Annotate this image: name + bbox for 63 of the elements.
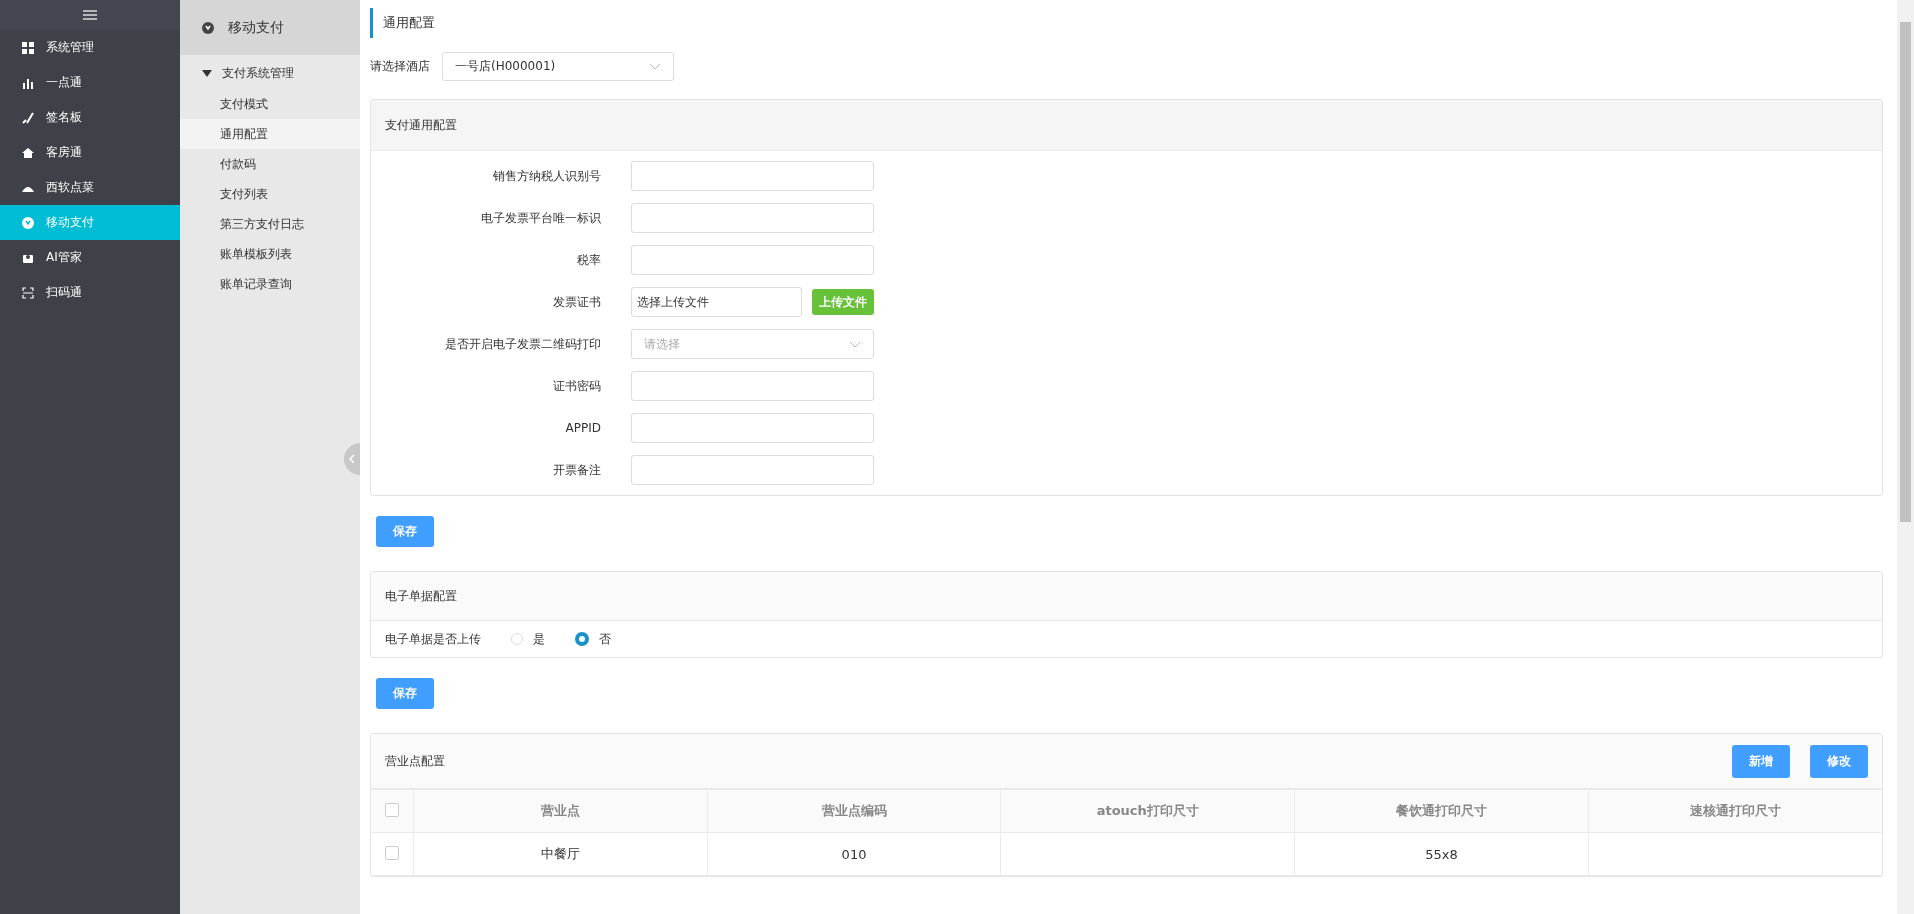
hotel-select[interactable]: 一号店(H000001): [442, 52, 674, 81]
collapse-handle[interactable]: [344, 443, 360, 475]
table-cell: 55x8: [1425, 846, 1458, 862]
sidebar-item[interactable]: 签名板: [0, 100, 180, 135]
payment-icon: [202, 21, 214, 34]
table-cell: 010: [841, 846, 867, 862]
panel-title: 营业点配置: [385, 752, 445, 770]
column-header: 营业点编码: [707, 789, 1001, 833]
menu-icon[interactable]: [83, 10, 97, 20]
panel-title: 电子单据配置: [385, 587, 457, 605]
menu-item-icon: [22, 216, 34, 229]
sidebar-item[interactable]: 扫码通: [0, 275, 180, 310]
input-field[interactable]: [631, 245, 874, 275]
checkbox[interactable]: [385, 845, 399, 860]
sidebar-item[interactable]: 系统管理: [0, 30, 180, 65]
submenu-item[interactable]: 账单记录查询: [180, 269, 360, 299]
sidebar-item[interactable]: AI管家: [0, 240, 180, 275]
input-field[interactable]: [631, 203, 874, 233]
field-label: 销售方纳税人识别号: [492, 167, 602, 185]
column-header: 速核通打印尺寸: [1588, 789, 1882, 833]
page-title: 通用配置: [370, 8, 1887, 38]
input-field[interactable]: [631, 455, 874, 485]
field-label: 发票证书: [552, 293, 602, 311]
column-header: 营业点: [413, 789, 708, 833]
sidebar-item[interactable]: 西软点菜: [0, 170, 180, 205]
field-label: 电子单据是否上传: [385, 630, 481, 648]
scrollbar[interactable]: [1897, 0, 1914, 914]
panel-title: 支付通用配置: [385, 116, 457, 134]
checkbox[interactable]: [385, 802, 399, 817]
radio-option[interactable]: 否: [575, 630, 611, 648]
menu-item-icon: [22, 146, 34, 159]
column-header: atouch打印尺寸: [1000, 789, 1295, 833]
submenu-item[interactable]: 付款码: [180, 149, 360, 179]
field-label: 税率: [576, 251, 602, 269]
submenu-group[interactable]: 支付系统管理: [180, 57, 360, 89]
file-field[interactable]: 选择上传文件: [631, 287, 802, 317]
submenu-item[interactable]: 支付模式: [180, 89, 360, 119]
menu-item-icon: [22, 286, 34, 299]
field-label: APPID: [564, 421, 602, 435]
input-field[interactable]: [631, 161, 874, 191]
input-field[interactable]: [631, 413, 874, 443]
submenu-item[interactable]: 账单模板列表: [180, 239, 360, 269]
menu-item-icon: [22, 41, 34, 54]
field-label: 开票备注: [552, 461, 602, 479]
field-label: 请选择酒店: [370, 58, 430, 75]
menu-item-icon: [22, 111, 34, 124]
column-header: 餐饮通打印尺寸: [1294, 789, 1589, 833]
sidebar-item[interactable]: 一点通: [0, 65, 180, 100]
submenu-title: 移动支付: [228, 18, 284, 37]
menu-item-icon: [22, 76, 34, 89]
table-cell: 中餐厅: [540, 846, 580, 861]
chevron-down-icon: [849, 340, 861, 348]
radio-option[interactable]: 是: [511, 630, 545, 648]
field-label: 证书密码: [552, 377, 602, 395]
submenu-item[interactable]: 支付列表: [180, 179, 360, 209]
chevron-down-icon: [649, 63, 661, 70]
input-field[interactable]: [631, 371, 874, 401]
field-label: 是否开启电子发票二维码打印: [444, 335, 602, 353]
sidebar-item[interactable]: 客房通: [0, 135, 180, 170]
submenu-item[interactable]: 通用配置: [180, 119, 360, 149]
caret-icon: [202, 69, 212, 77]
field-label: 电子发票平台唯一标识: [480, 209, 602, 227]
submenu-item[interactable]: 第三方支付日志: [180, 209, 360, 239]
